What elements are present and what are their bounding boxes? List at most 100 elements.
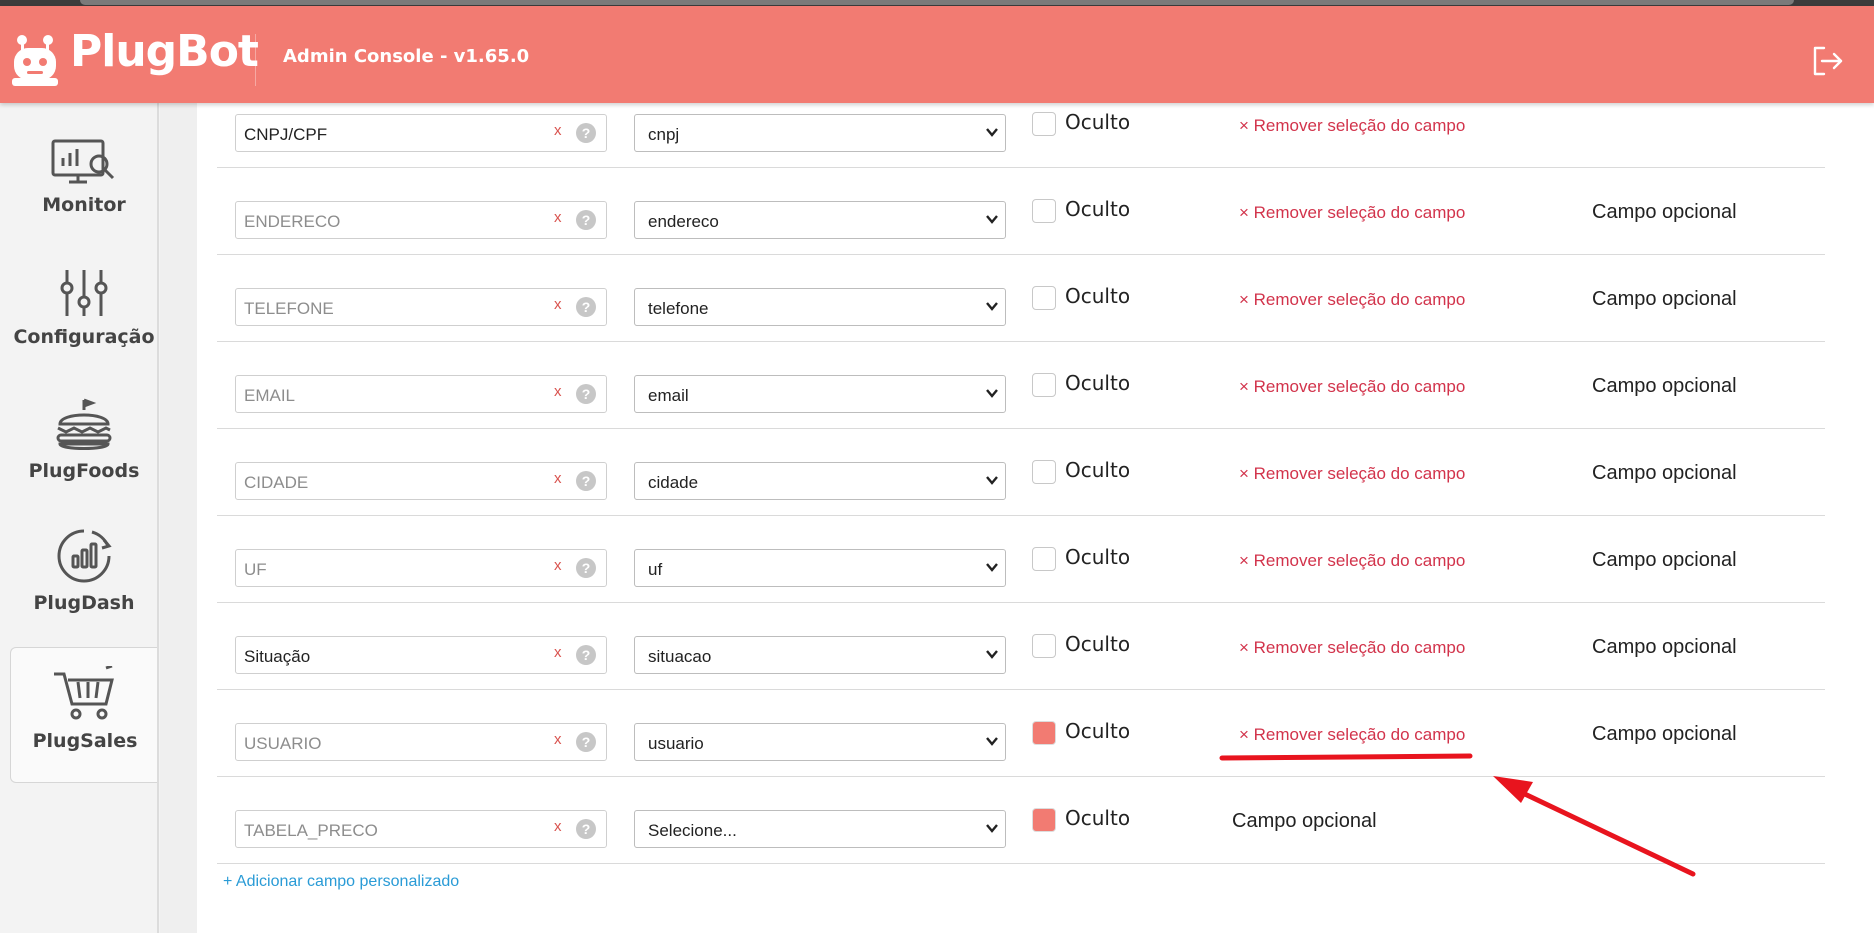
optional-field-label: Campo opcional [1592, 201, 1737, 223]
help-icon[interactable]: ? [576, 297, 596, 317]
clear-field-button[interactable]: x [554, 209, 562, 226]
chevron-down-icon [986, 650, 998, 659]
chevron-down-icon [986, 737, 998, 746]
help-icon[interactable]: ? [576, 123, 596, 143]
field-mapping-select[interactable]: telefone [634, 288, 1006, 326]
field-mapping-select[interactable]: usuario [634, 723, 1006, 761]
sidebar: Monitor Configuração PlugFoods PlugDash … [0, 103, 160, 933]
help-icon[interactable]: ? [576, 210, 596, 230]
sidebar-label-plugfoods: PlugFoods [28, 460, 140, 482]
select-value: email [648, 386, 689, 405]
clear-field-button[interactable]: x [554, 122, 562, 139]
remove-field-selection-link[interactable]: × Remover seleção do campo [1239, 377, 1465, 397]
field-name-input[interactable]: USUARIO x? [235, 723, 607, 761]
select-value: endereco [648, 212, 719, 231]
help-icon[interactable]: ? [576, 471, 596, 491]
select-value: cnpj [648, 125, 680, 144]
help-icon[interactable]: ? [576, 819, 596, 839]
field-name-input[interactable]: EMAIL x? [235, 375, 607, 413]
hidden-label: Oculto [1065, 110, 1131, 134]
console-title: Admin Console - v1.65.0 [283, 46, 530, 67]
dashboard-chart-icon [57, 529, 112, 583]
select-value: telefone [648, 299, 709, 318]
hidden-checkbox[interactable] [1032, 634, 1056, 658]
field-row-situacao: Situação x? situacao Oculto × Remover sel… [217, 602, 1825, 690]
optional-field-label: Campo opcional [1592, 636, 1737, 658]
remove-field-selection-link[interactable]: × Remover seleção do campo [1239, 638, 1465, 658]
hidden-checkbox[interactable] [1032, 286, 1056, 310]
sidebar-label-plugsales: PlugSales [32, 730, 138, 752]
field-mapping-select[interactable]: endereco [634, 201, 1006, 239]
field-name-value: Situação [244, 647, 311, 666]
optional-field-label: Campo opcional [1592, 375, 1737, 397]
help-icon[interactable]: ? [576, 732, 596, 752]
monitor-chart-icon [51, 139, 115, 184]
remove-field-selection-link[interactable]: × Remover seleção do campo [1239, 551, 1465, 571]
chevron-down-icon [986, 563, 998, 572]
clear-field-button[interactable]: x [554, 644, 562, 661]
sidebar-border [157, 103, 159, 933]
hidden-checkbox[interactable] [1032, 373, 1056, 397]
field-name-input[interactable]: CNPJ/CPF x? [235, 114, 607, 152]
field-row-endereco: ENDERECO x? endereco Oculto × Remover sel… [217, 167, 1825, 255]
field-row-uf: UF x? uf Oculto × Remover seleção do camp… [217, 515, 1825, 603]
remove-field-selection-link[interactable]: × Remover seleção do campo [1239, 725, 1465, 745]
clear-field-button[interactable]: x [554, 296, 562, 313]
field-name-input[interactable]: TELEFONE x? [235, 288, 607, 326]
clear-field-button[interactable]: x [554, 818, 562, 835]
help-icon[interactable]: ? [576, 645, 596, 665]
sidebar-item-plugdash[interactable]: PlugDash [10, 528, 158, 654]
field-name-input[interactable]: Situação x? [235, 636, 607, 674]
remove-field-selection-link[interactable]: × Remover seleção do campo [1239, 116, 1465, 136]
clear-field-button[interactable]: x [554, 731, 562, 748]
remove-field-selection-link[interactable]: × Remover seleção do campo [1239, 290, 1465, 310]
field-mapping-select[interactable]: Selecione... [634, 810, 1006, 848]
hidden-checkbox-checked[interactable] [1032, 721, 1056, 745]
field-name-placeholder: USUARIO [244, 734, 322, 753]
hidden-checkbox[interactable] [1032, 460, 1056, 484]
field-mapping-select[interactable]: cnpj [634, 114, 1006, 152]
sidebar-item-configuracao[interactable]: Configuração [10, 268, 158, 394]
help-icon[interactable]: ? [576, 558, 596, 578]
shopping-cart-icon [54, 666, 114, 720]
robot-logo-icon [12, 35, 58, 86]
sidebar-item-monitor[interactable]: Monitor [10, 138, 158, 264]
hidden-label: Oculto [1065, 806, 1131, 830]
field-name-input[interactable]: CIDADE x? [235, 462, 607, 500]
field-name-placeholder: TABELA_PRECO [244, 821, 378, 840]
chevron-down-icon [986, 476, 998, 485]
field-mapping-select[interactable]: uf [634, 549, 1006, 587]
optional-field-label: Campo opcional [1592, 288, 1737, 310]
chevron-down-icon [986, 824, 998, 833]
chevron-down-icon [986, 128, 998, 137]
logout-icon[interactable] [1810, 44, 1844, 78]
field-name-input[interactable]: UF x? [235, 549, 607, 587]
field-name-placeholder: EMAIL [244, 386, 296, 405]
hidden-label: Oculto [1065, 371, 1131, 395]
hidden-checkbox[interactable] [1032, 547, 1056, 571]
sidebar-label-configuracao: Configuração [13, 326, 155, 348]
field-mapping-select[interactable]: cidade [634, 462, 1006, 500]
remove-field-selection-link[interactable]: × Remover seleção do campo [1239, 464, 1465, 484]
clear-field-button[interactable]: x [554, 557, 562, 574]
remove-field-selection-link[interactable]: × Remover seleção do campo [1239, 203, 1465, 223]
clear-field-button[interactable]: x [554, 470, 562, 487]
brand-name: PlugBot [70, 26, 259, 77]
field-name-input[interactable]: ENDERECO x? [235, 201, 607, 239]
field-mapping-select[interactable]: email [634, 375, 1006, 413]
field-row-usuario: USUARIO x? usuario Oculto × Remover seleç… [217, 689, 1825, 777]
clear-field-button[interactable]: x [554, 383, 562, 400]
sidebar-item-plugsales[interactable]: PlugSales [10, 647, 159, 783]
add-custom-field-link[interactable]: + Adicionar campo personalizado [223, 873, 459, 891]
select-value: situacao [648, 647, 712, 666]
help-icon[interactable]: ? [576, 384, 596, 404]
field-row-telefone: TELEFONE x? telefone Oculto × Remover sel… [217, 254, 1825, 342]
field-name-placeholder: CIDADE [244, 473, 309, 492]
hidden-checkbox-checked[interactable] [1032, 808, 1056, 832]
app-header: PlugBot Admin Console - v1.65.0 [0, 6, 1874, 103]
hidden-checkbox[interactable] [1032, 199, 1056, 223]
sidebar-item-plugfoods[interactable]: PlugFoods [10, 398, 158, 524]
field-mapping-select[interactable]: situacao [634, 636, 1006, 674]
field-name-input[interactable]: TABELA_PRECO x? [235, 810, 607, 848]
hidden-checkbox[interactable] [1032, 112, 1056, 136]
